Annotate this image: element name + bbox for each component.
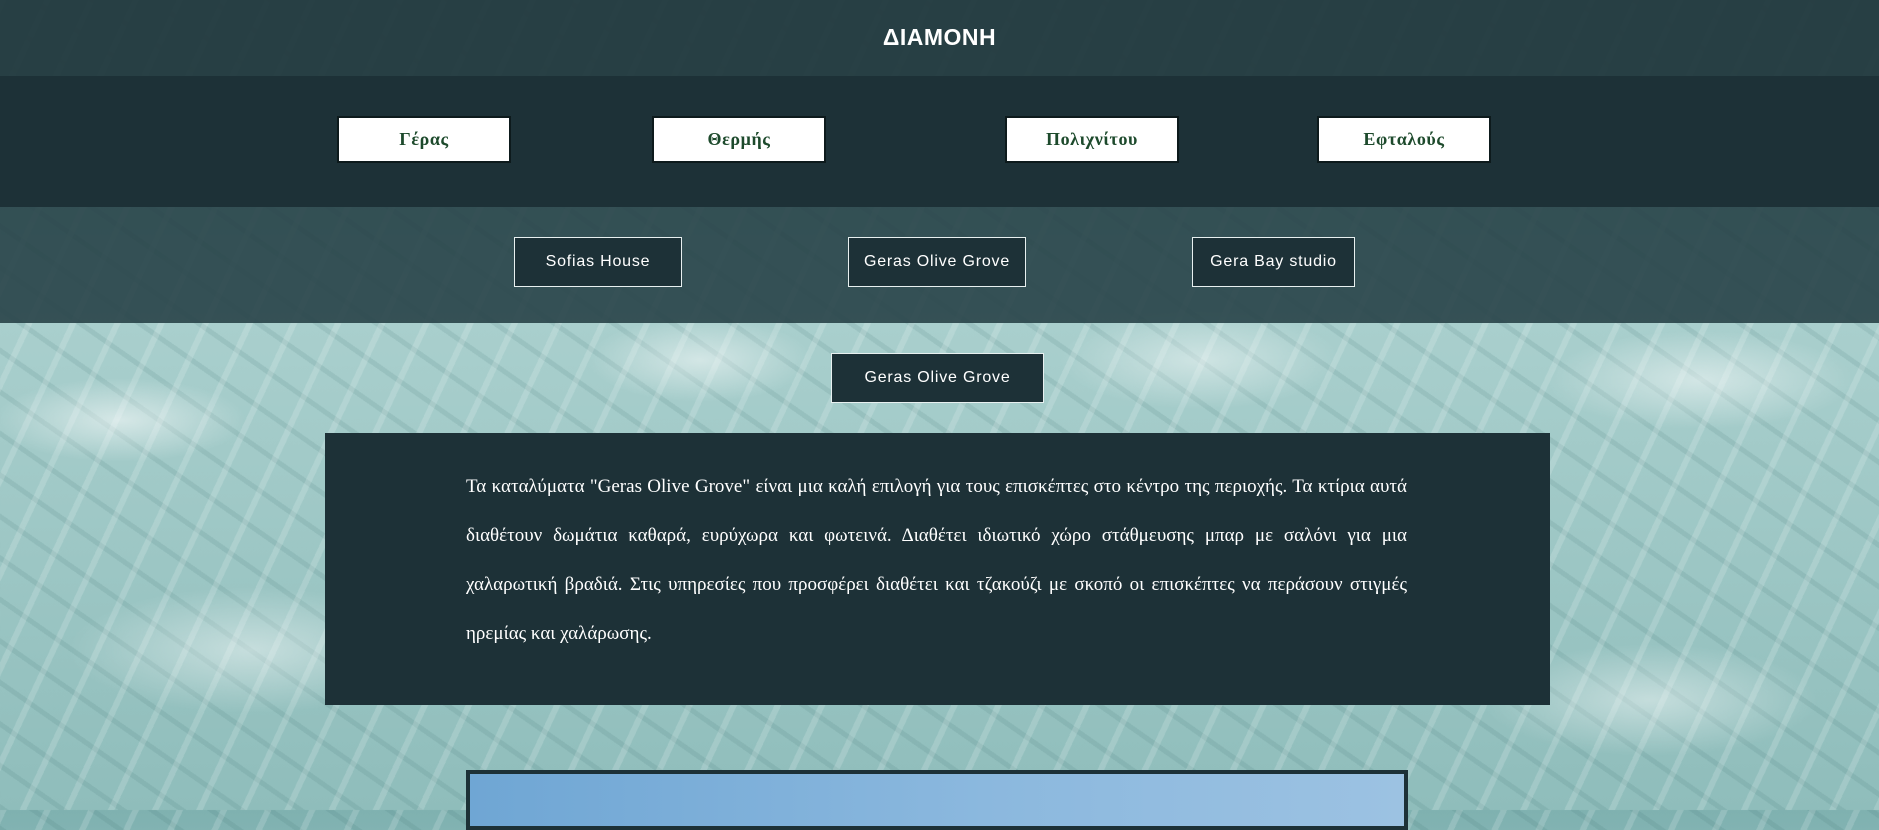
photo-sky-image	[470, 774, 1404, 826]
page-header: ΔΙΑΜΟΝΗ	[0, 0, 1879, 76]
area-button-thermis[interactable]: Θερμής	[652, 116, 826, 163]
area-button-geras[interactable]: Γέρας	[337, 116, 511, 163]
accommodation-button-sofias-house[interactable]: Sofias House	[514, 237, 682, 287]
description-text: Τα καταλύματα "Geras Olive Grove" είναι …	[466, 476, 1407, 644]
accommodation-button-gera-bay-studio[interactable]: Gera Bay studio	[1192, 237, 1355, 287]
area-button-eftalous[interactable]: Εφταλούς	[1317, 116, 1491, 163]
selected-accommodation-button[interactable]: Geras Olive Grove	[831, 353, 1044, 403]
accommodation-nav: Sofias House Geras Olive Grove Gera Bay …	[0, 207, 1879, 323]
accommodation-button-geras-olive-grove[interactable]: Geras Olive Grove	[848, 237, 1026, 287]
description-panel: Τα καταλύματα "Geras Olive Grove" είναι …	[325, 433, 1550, 705]
area-button-polichnitou[interactable]: Πολιχνίτου	[1005, 116, 1179, 163]
page-title: ΔΙΑΜΟΝΗ	[882, 23, 997, 50]
area-nav: Γέρας Θερμής Πολιχνίτου Εφταλούς	[0, 76, 1879, 207]
accommodation-photo	[466, 770, 1408, 830]
